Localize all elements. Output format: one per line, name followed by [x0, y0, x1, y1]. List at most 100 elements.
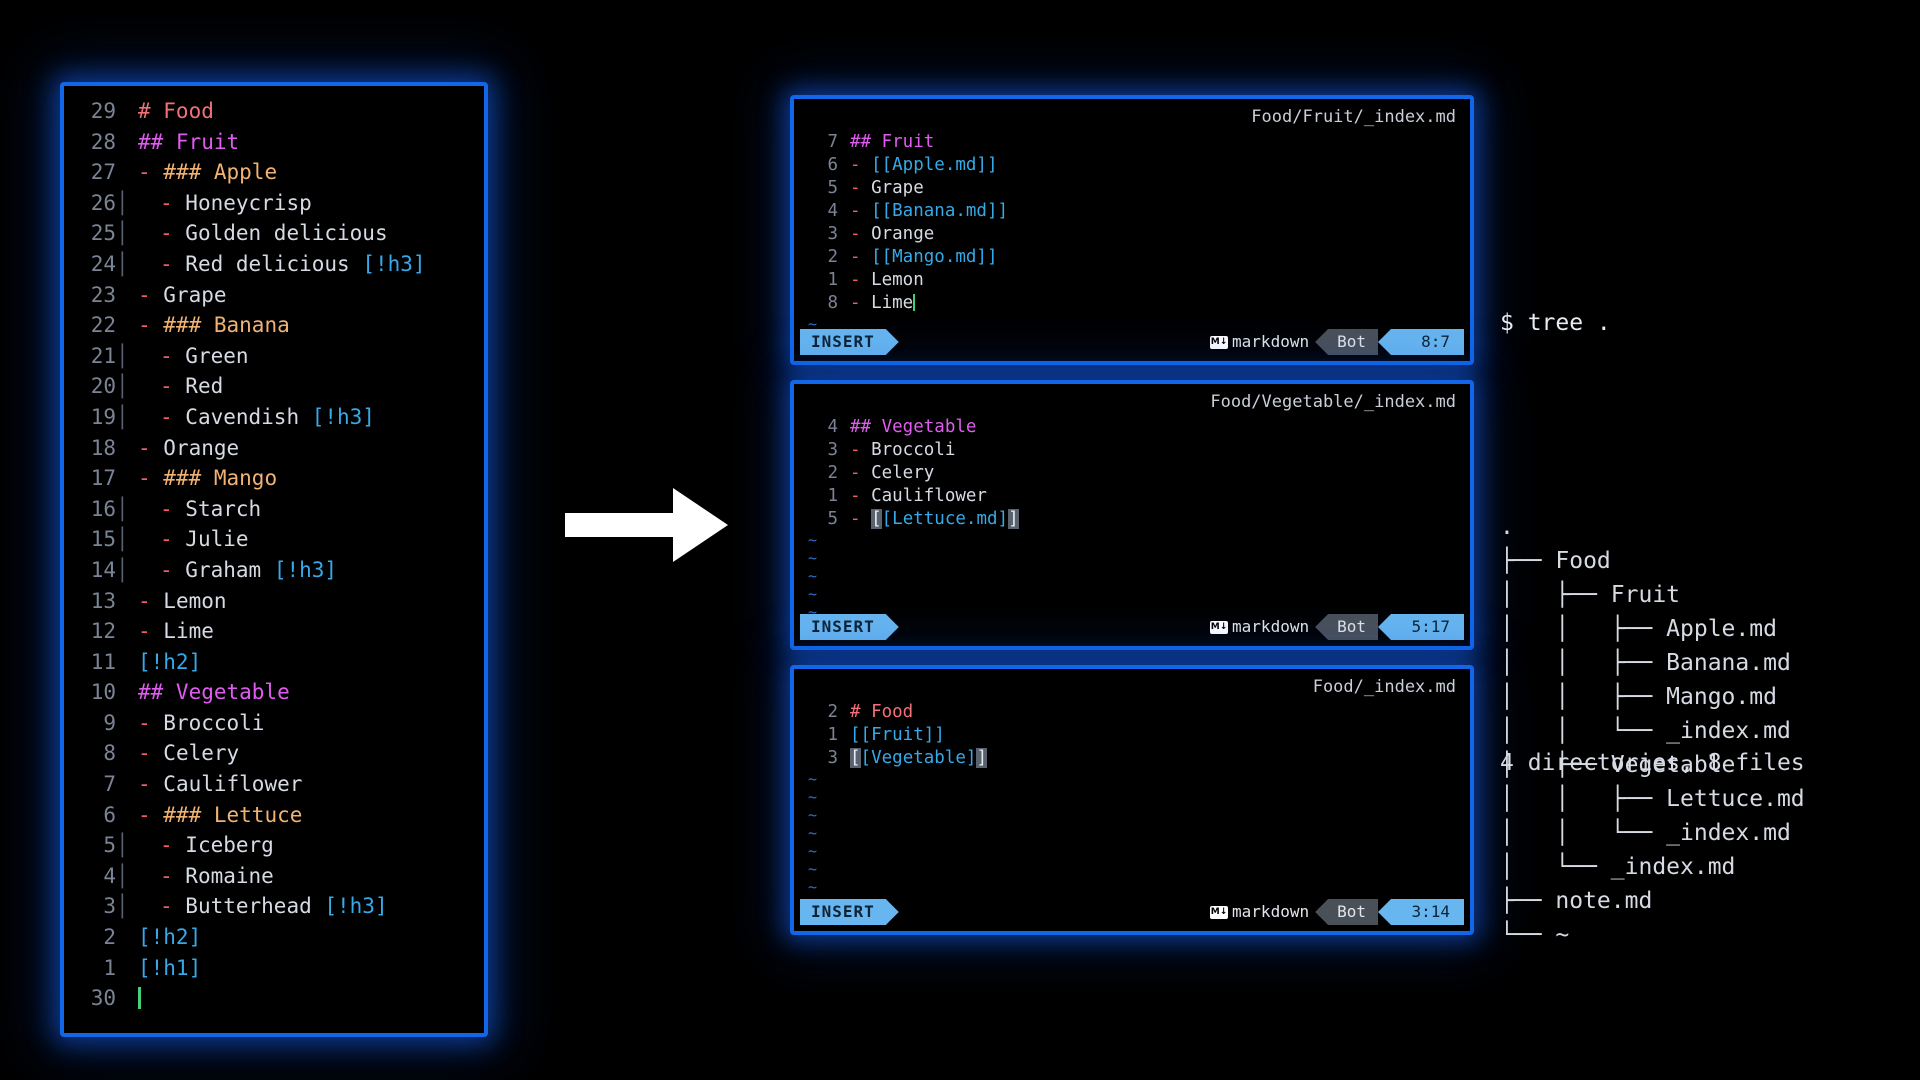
source-line: 2[!h2] [64, 922, 484, 953]
line-text: - Broccoli [838, 439, 955, 462]
line-text: - ### Banana [128, 310, 290, 341]
mode-indicator: INSERT [800, 899, 899, 925]
token: [ [850, 748, 861, 768]
food-index-window[interactable]: Food/_index.md2# Food1[[Fruit]]3[[Vegeta… [790, 665, 1474, 935]
line-text: - Broccoli [128, 708, 264, 739]
source-line: 17- ### Mango [64, 463, 484, 494]
token: ## Vegetable [138, 680, 290, 704]
tree-line: │ │ ├── Mango.md [1500, 680, 1805, 714]
token: ## Fruit [850, 132, 934, 152]
line-number: 5 [794, 177, 838, 200]
line-text: # Food [128, 96, 214, 127]
source-line: 20- Red [64, 371, 484, 402]
token: - [160, 405, 185, 429]
indent-guide-icon [116, 371, 128, 402]
markdown-icon: M↓ [1210, 336, 1228, 349]
line-number: 16 [64, 494, 116, 525]
editor-line: 2- [[Mango.md]] [794, 246, 1470, 269]
scroll-position-indicator: Bot [1315, 899, 1378, 925]
token: - [160, 558, 185, 582]
line-number: 3 [64, 891, 116, 922]
source-editor-panel[interactable]: 29# Food28## Fruit27- ### Apple26- Honey… [60, 82, 488, 1037]
filetype-indicator: M↓markdown [1210, 614, 1315, 640]
line-number: 25 [64, 218, 116, 249]
source-line: 13- Lemon [64, 586, 484, 617]
source-line: 10## Vegetable [64, 677, 484, 708]
source-line: 11[!h2] [64, 647, 484, 678]
line-text: - ### Lettuce [128, 800, 302, 831]
token: - [850, 463, 871, 483]
line-number: 21 [64, 341, 116, 372]
source-line: 5- Iceberg [64, 830, 484, 861]
token: - [138, 436, 163, 460]
token: - [160, 894, 185, 918]
token: - [138, 589, 163, 613]
tree-line: │ │ └── _index.md [1500, 714, 1805, 748]
line-text: ## Vegetable [128, 677, 290, 708]
line-text: - ### Mango [128, 463, 277, 494]
token: [!h3] [324, 894, 387, 918]
token: Lime [871, 293, 913, 313]
line-number: 8 [64, 738, 116, 769]
empty-line-marker: ~ [794, 824, 1470, 842]
token: Broccoli [163, 711, 264, 735]
right-arrow-icon [565, 480, 730, 574]
token: - [138, 619, 163, 643]
token: - [850, 178, 871, 198]
token: Golden delicious [185, 221, 387, 245]
line-text: - Red delicious [!h3] [128, 249, 426, 280]
token: - [850, 201, 871, 221]
line-text: - Starch [128, 494, 261, 525]
fruit-index-window[interactable]: Food/Fruit/_index.md7## Fruit6- [[Apple.… [790, 95, 1474, 365]
window-body: Food/_index.md2# Food1[[Fruit]]3[[Vegeta… [794, 669, 1470, 931]
empty-line-marker: ~ [794, 878, 1470, 896]
token: Graham [185, 558, 274, 582]
token: Lemon [163, 589, 226, 613]
empty-line-marker: ~ [794, 639, 1470, 650]
token: # Food [850, 702, 913, 722]
line-number: 6 [794, 154, 838, 177]
token: Julie [185, 527, 248, 551]
line-text: - Lime [838, 292, 915, 315]
line-number: 15 [64, 524, 116, 555]
line-text: - Lemon [128, 586, 227, 617]
editor-line: 6- [[Apple.md]] [794, 154, 1470, 177]
line-text: - Lemon [838, 269, 924, 292]
indent-guide-icon [116, 188, 128, 219]
filetype-label: markdown [1232, 329, 1309, 355]
source-line: 22- ### Banana [64, 310, 484, 341]
line-number: 27 [64, 157, 116, 188]
source-line: 24- Red delicious [!h3] [64, 249, 484, 280]
token: [!h3] [274, 558, 337, 582]
file-path-label: Food/Fruit/_index.md [1251, 107, 1456, 127]
tree-line: └── ~ [1500, 918, 1805, 952]
token: Celery [871, 463, 934, 483]
line-text: - Julie [128, 524, 249, 555]
line-number: 2 [64, 922, 116, 953]
editor-line: 3- Broccoli [794, 439, 1470, 462]
markdown-icon: M↓ [1210, 621, 1228, 634]
text-cursor [138, 987, 141, 1009]
token: - [138, 741, 163, 765]
cursor-position-indicator: 8:7 [1378, 329, 1464, 355]
tree-line: │ │ └── _index.md [1500, 816, 1805, 850]
editor-line: 4- [[Banana.md]] [794, 200, 1470, 223]
token: Cavendish [185, 405, 311, 429]
vegetable-index-window[interactable]: Food/Vegetable/_index.md4## Vegetable3- … [790, 380, 1474, 650]
token: - [160, 221, 185, 245]
filetype-indicator: M↓ markdown [1210, 329, 1315, 355]
tree-line: ├── note.md [1500, 884, 1805, 918]
token: Romaine [185, 864, 274, 888]
line-number: 11 [64, 647, 116, 678]
token: - [138, 772, 163, 796]
line-text: [!h1] [128, 953, 201, 984]
source-line: 23- Grape [64, 280, 484, 311]
token: - [138, 283, 163, 307]
source-line: 7- Cauliflower [64, 769, 484, 800]
line-number: 1 [64, 953, 116, 984]
token: - [138, 466, 163, 490]
source-line: 21- Green [64, 341, 484, 372]
source-line: 3- Butterhead [!h3] [64, 891, 484, 922]
line-text: - Golden delicious [128, 218, 388, 249]
line-number: 5 [64, 830, 116, 861]
